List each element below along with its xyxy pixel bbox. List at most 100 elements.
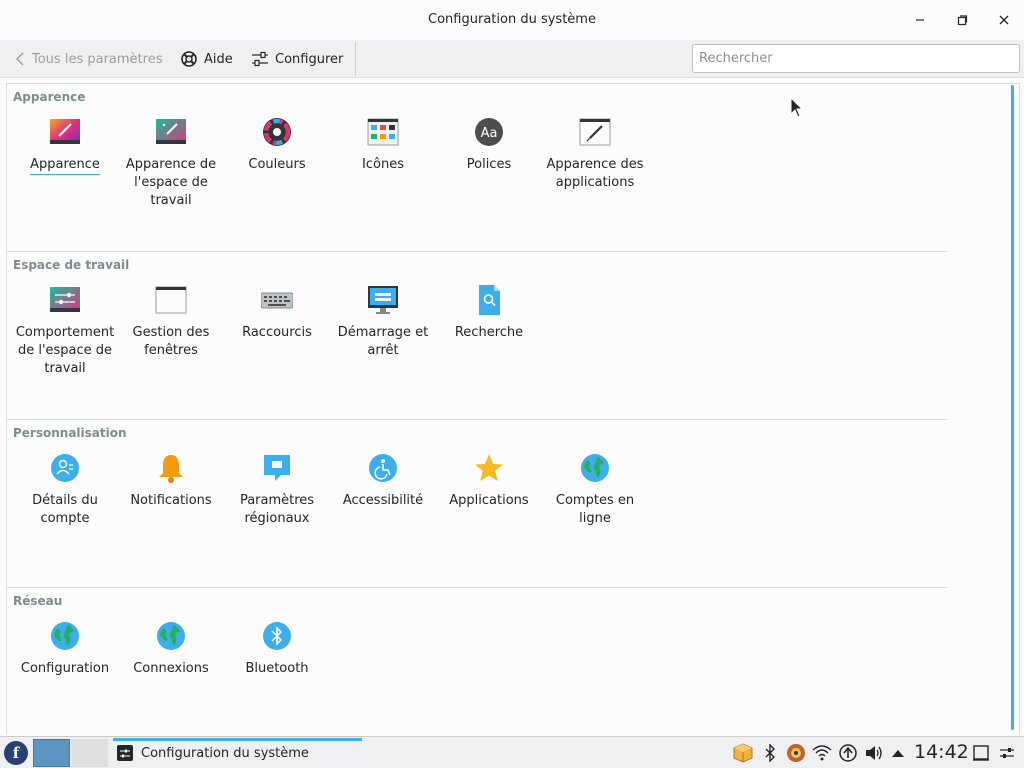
workspace-behavior-icon xyxy=(49,284,81,316)
section-network: Réseau Configuration Connexions Bluetoot… xyxy=(7,588,947,735)
globe-icon xyxy=(49,620,81,652)
section-personalization: Personnalisation Détails du compte Notif… xyxy=(7,420,947,588)
back-button[interactable]: Tous les paramètres xyxy=(14,49,162,69)
module-icons[interactable]: Icônes xyxy=(330,116,436,174)
module-label: Gestion des fenêtres xyxy=(132,325,210,358)
module-label: Recherche xyxy=(454,325,524,340)
module-label: Raccourcis xyxy=(242,325,312,340)
module-label: Configuration xyxy=(20,661,110,676)
account-icon xyxy=(49,452,81,484)
show-desktop-icon[interactable] xyxy=(972,743,990,763)
module-window-management[interactable]: Gestion des fenêtres xyxy=(118,284,224,360)
globe-icon xyxy=(155,620,187,652)
svg-text:Aa: Aa xyxy=(481,126,498,141)
module-workspace-behavior[interactable]: Comportement de l'espace de travail xyxy=(12,284,118,378)
app-style-icon xyxy=(579,116,611,148)
module-label: Démarrage et arrêt xyxy=(337,325,429,358)
module-applications[interactable]: Applications xyxy=(436,452,542,510)
startup-shutdown-icon xyxy=(367,284,399,316)
update-notifier-icon[interactable] xyxy=(838,743,858,763)
media-player-icon[interactable] xyxy=(785,743,807,763)
module-label: Connexions xyxy=(133,661,209,676)
module-search[interactable]: Recherche xyxy=(436,284,542,342)
appearance-icon xyxy=(49,116,81,148)
keyboard-icon xyxy=(260,284,294,316)
mouse-cursor-icon xyxy=(790,96,804,123)
module-online-accounts[interactable]: Comptes en ligne xyxy=(542,452,648,528)
taskbar: f Configuration du système 14:42 xyxy=(0,736,1024,768)
panel-options-icon[interactable] xyxy=(998,743,1016,763)
window-title: Configuration du système xyxy=(428,12,596,27)
bluetooth-icon xyxy=(261,620,293,652)
back-label: Tous les paramètres xyxy=(32,51,163,67)
help-label: Aide xyxy=(204,51,233,67)
module-bluetooth[interactable]: Bluetooth xyxy=(224,620,330,678)
section-title: Réseau xyxy=(13,594,63,608)
lifebuoy-icon xyxy=(181,51,197,67)
volume-icon[interactable] xyxy=(864,743,884,763)
search-file-icon xyxy=(473,284,505,316)
module-notifications[interactable]: Notifications xyxy=(118,452,224,510)
search-input[interactable] xyxy=(692,44,1020,73)
window-management-icon xyxy=(155,284,187,316)
module-label: Accessibilité xyxy=(342,493,424,508)
star-icon xyxy=(473,452,505,484)
sliders-icon xyxy=(252,51,268,67)
minimize-button[interactable] xyxy=(910,10,930,30)
application-launcher[interactable]: f xyxy=(4,741,28,765)
module-accessibility[interactable]: Accessibilité xyxy=(330,452,436,510)
module-label: Notifications xyxy=(130,493,212,508)
toolbar-separator xyxy=(355,42,356,76)
module-label: Apparence des applications xyxy=(546,157,644,190)
module-label: Couleurs xyxy=(248,157,306,172)
workspace-theme-icon xyxy=(155,116,187,148)
colors-icon xyxy=(261,116,293,148)
bluetooth-tray-icon[interactable] xyxy=(763,743,777,763)
module-fonts[interactable]: Aa Polices xyxy=(436,116,542,174)
module-workspace-theme[interactable]: Apparence de l'espace de travail xyxy=(118,116,224,210)
configure-label: Configurer xyxy=(275,51,344,67)
close-button[interactable] xyxy=(994,10,1014,30)
module-connections[interactable]: Connexions xyxy=(118,620,224,678)
module-label: Apparence de l'espace de travail xyxy=(125,157,217,208)
module-appearance[interactable]: Apparence xyxy=(12,116,118,175)
minimize-icon xyxy=(916,19,924,21)
module-label: Icônes xyxy=(362,157,404,172)
close-icon xyxy=(999,15,1009,25)
bell-icon xyxy=(155,452,187,484)
task-label: Configuration du système xyxy=(141,745,309,761)
section-title: Espace de travail xyxy=(13,258,130,272)
tray-expand-icon[interactable] xyxy=(891,743,905,763)
regional-icon xyxy=(261,452,293,484)
vertical-scrollbar[interactable] xyxy=(1011,85,1014,730)
help-button[interactable]: Aide xyxy=(180,49,233,69)
module-colors[interactable]: Couleurs xyxy=(224,116,330,174)
category-view: Apparence Apparence Apparence de l'espac… xyxy=(6,83,1020,735)
system-settings-icon xyxy=(117,745,133,761)
maximize-button[interactable] xyxy=(952,10,972,30)
desktop-pager-1[interactable] xyxy=(33,739,70,767)
chevron-left-icon xyxy=(16,52,24,66)
section-workspace: Espace de travail Comportement de l'espa… xyxy=(7,252,947,420)
module-network-config[interactable]: Configuration xyxy=(12,620,118,678)
module-shortcuts[interactable]: Raccourcis xyxy=(224,284,330,342)
module-regional[interactable]: Paramètres régionaux xyxy=(224,452,330,528)
module-label: Apparence xyxy=(30,157,100,175)
module-label: Comptes en ligne xyxy=(555,493,635,526)
icons-icon xyxy=(367,116,399,148)
taskbar-task[interactable]: Configuration du système xyxy=(113,738,362,768)
wifi-icon[interactable] xyxy=(812,743,832,763)
clock[interactable]: 14:42 xyxy=(914,741,969,763)
module-account[interactable]: Détails du compte xyxy=(12,452,118,528)
configure-button[interactable]: Configurer xyxy=(251,49,343,69)
section-appearance: Apparence Apparence Apparence de l'espac… xyxy=(7,84,947,252)
title-bar: Configuration du système xyxy=(0,0,1024,40)
module-startup-shutdown[interactable]: Démarrage et arrêt xyxy=(330,284,436,360)
module-app-style[interactable]: Apparence des applications xyxy=(542,116,648,192)
module-label: Paramètres régionaux xyxy=(239,493,315,526)
module-label: Comportement de l'espace de travail xyxy=(15,325,115,376)
desktop-pager-2[interactable] xyxy=(71,739,108,767)
package-updates-icon[interactable] xyxy=(733,743,753,763)
module-label: Polices xyxy=(466,157,512,172)
module-label: Bluetooth xyxy=(245,661,309,676)
